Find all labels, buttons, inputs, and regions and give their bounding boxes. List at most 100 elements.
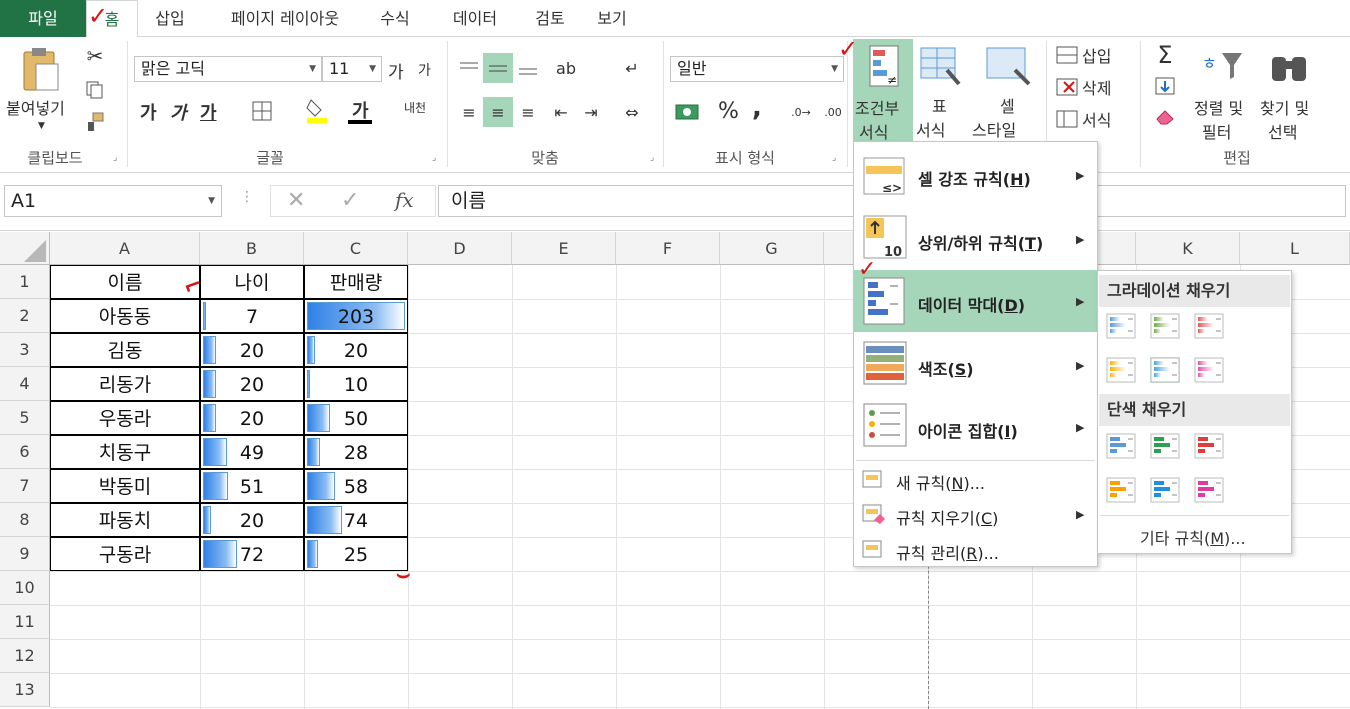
solid-data-bar-option[interactable]: [1150, 433, 1180, 459]
cell-styles-button[interactable]: 스타일: [972, 117, 1016, 141]
select-all-corner[interactable]: [0, 232, 50, 265]
table-cell[interactable]: 파동치: [50, 503, 200, 537]
table-cell[interactable]: 49: [200, 435, 304, 469]
column-header[interactable]: A: [50, 232, 200, 265]
bold-button[interactable]: 가: [140, 99, 157, 125]
currency-icon[interactable]: [672, 97, 702, 127]
format-as-table-label-1[interactable]: 표: [932, 93, 947, 117]
decrease-indent-icon[interactable]: ⇤: [548, 97, 574, 127]
name-box-dropdown-icon[interactable]: ▼: [208, 186, 215, 216]
menu-item-manage-rules[interactable]: 규칙 관리(R)...: [854, 534, 1097, 566]
menu-item-new-rule[interactable]: 새 규칙(N)...: [854, 464, 1097, 496]
row-header[interactable]: 9: [0, 537, 50, 571]
cut-icon[interactable]: ✂: [84, 44, 106, 68]
sort-filter-button[interactable]: 필터: [1202, 119, 1231, 143]
column-header[interactable]: G: [720, 232, 824, 265]
find-select-label-1[interactable]: 찾기 및: [1260, 95, 1309, 119]
menu-item-top-bottom-rules[interactable]: 10 상위/하위 규칙(T) ▶: [854, 208, 1097, 270]
solid-data-bar-option[interactable]: [1106, 477, 1136, 503]
fill-color-icon[interactable]: [303, 95, 331, 125]
table-cell[interactable]: 74: [304, 503, 408, 537]
table-cell[interactable]: 72: [200, 537, 304, 571]
alignment-launcher-icon[interactable]: ⌟: [650, 153, 654, 163]
menu-item-data-bars[interactable]: 데이터 막대(D) ▶: [854, 270, 1097, 332]
row-header[interactable]: 1: [0, 265, 50, 299]
table-cell[interactable]: 20: [304, 333, 408, 367]
align-right-icon[interactable]: ≡: [515, 97, 541, 127]
clipboard-launcher-icon[interactable]: ⌟: [113, 153, 117, 163]
row-header[interactable]: 2: [0, 299, 50, 333]
percent-button[interactable]: %: [718, 99, 739, 124]
gradient-data-bar-option[interactable]: [1150, 357, 1180, 383]
fill-icon[interactable]: [1150, 73, 1180, 99]
row-header[interactable]: 12: [0, 639, 50, 673]
paste-button[interactable]: 붙여넣기: [6, 95, 65, 119]
name-box[interactable]: A1 ▼: [4, 185, 222, 217]
table-cell[interactable]: 20: [200, 367, 304, 401]
align-middle-icon[interactable]: [483, 53, 513, 83]
cell-styles-label-1[interactable]: 셀: [1000, 93, 1015, 117]
menu-item-clear-rules[interactable]: 규칙 지우기(C) ▶: [854, 498, 1097, 532]
tab-formulas[interactable]: 수식: [365, 0, 425, 37]
merge-center-icon[interactable]: ⇔: [618, 97, 646, 127]
insert-cells-icon[interactable]: [1054, 43, 1080, 67]
align-left-icon[interactable]: ≡: [456, 97, 482, 127]
row-header[interactable]: 11: [0, 605, 50, 639]
column-header[interactable]: L: [1240, 232, 1350, 265]
gradient-data-bar-option[interactable]: [1106, 313, 1136, 339]
row-header[interactable]: 10: [0, 571, 50, 605]
solid-data-bar-option[interactable]: [1106, 433, 1136, 459]
row-header[interactable]: 5: [0, 401, 50, 435]
grow-font-button[interactable]: 가: [388, 58, 404, 83]
gradient-data-bar-option[interactable]: [1194, 313, 1224, 339]
confirm-entry-icon[interactable]: ✓: [341, 188, 359, 213]
phonetic-button[interactable]: 내천: [404, 99, 426, 116]
align-top-icon[interactable]: [456, 53, 482, 83]
table-cell[interactable]: 치동구: [50, 435, 200, 469]
format-cells-icon[interactable]: [1054, 107, 1080, 131]
table-cell[interactable]: 51: [200, 469, 304, 503]
column-header[interactable]: C: [304, 232, 408, 265]
cancel-entry-icon[interactable]: ✕: [287, 188, 305, 213]
increase-decimal-icon[interactable]: .0→: [786, 97, 816, 127]
menu-item-icon-sets[interactable]: 아이콘 집합(I) ▶: [854, 396, 1097, 458]
table-cell[interactable]: 리동가: [50, 367, 200, 401]
delete-cells-button[interactable]: 삭제: [1082, 75, 1111, 99]
borders-icon[interactable]: [250, 99, 274, 123]
table-header-cell[interactable]: 나이: [200, 265, 304, 299]
tab-view[interactable]: 보기: [582, 0, 642, 37]
solid-data-bar-option[interactable]: [1150, 477, 1180, 503]
table-cell[interactable]: 박동미: [50, 469, 200, 503]
paste-dropdown-caret[interactable]: ▼: [38, 121, 45, 131]
table-cell[interactable]: 20: [200, 401, 304, 435]
conditional-formatting-button[interactable]: ≠ 조건부 서식: [853, 39, 913, 142]
table-cell[interactable]: 김동: [50, 333, 200, 367]
format-as-table-button[interactable]: 서식: [916, 117, 945, 141]
menu-item-highlight-cells-rules[interactable]: ≤> 셀 강조 규칙(H) ▶: [854, 146, 1097, 206]
gradient-data-bar-option[interactable]: [1150, 313, 1180, 339]
italic-button[interactable]: 가: [170, 99, 187, 125]
number-launcher-icon[interactable]: ⌟: [832, 153, 836, 163]
wrap-text-icon[interactable]: ↵: [618, 53, 646, 83]
row-header[interactable]: 6: [0, 435, 50, 469]
table-cell[interactable]: 58: [304, 469, 408, 503]
format-cells-button[interactable]: 서식: [1082, 107, 1111, 131]
tab-page-layout[interactable]: 페이지 레이아웃: [210, 0, 360, 37]
row-header[interactable]: 4: [0, 367, 50, 401]
table-cell[interactable]: 50: [304, 401, 408, 435]
insert-cells-button[interactable]: 삽입: [1082, 43, 1111, 67]
font-size-select[interactable]: 11 ▼: [322, 56, 382, 82]
sort-filter-label-1[interactable]: 정렬 및: [1194, 95, 1243, 119]
decrease-decimal-icon[interactable]: .00: [818, 97, 848, 127]
table-cell[interactable]: 20: [200, 503, 304, 537]
orientation-icon[interactable]: ab: [548, 53, 584, 83]
clear-icon[interactable]: [1150, 103, 1180, 129]
table-cell[interactable]: 7: [200, 299, 304, 333]
row-header[interactable]: 13: [0, 673, 50, 707]
underline-button[interactable]: 가: [200, 99, 217, 125]
insert-function-icon[interactable]: fx: [395, 188, 414, 212]
copy-icon[interactable]: [84, 79, 106, 101]
gradient-data-bar-option[interactable]: [1194, 357, 1224, 383]
table-header-cell[interactable]: 이름: [50, 265, 200, 299]
column-header[interactable]: D: [408, 232, 512, 265]
